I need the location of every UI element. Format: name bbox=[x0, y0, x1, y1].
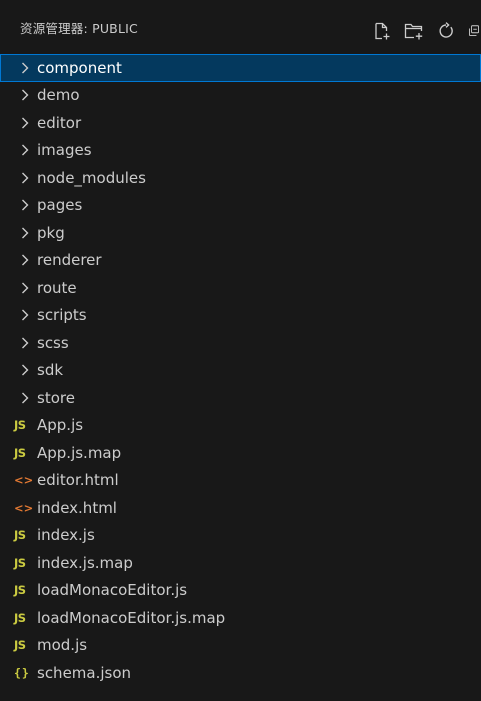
file-label: editor.html bbox=[37, 471, 119, 490]
file-item-loadmonacoeditor-js-map[interactable]: JS loadMonacoEditor.js.map bbox=[0, 604, 481, 632]
chevron-right-icon[interactable] bbox=[18, 143, 32, 157]
js-file-icon: JS bbox=[14, 528, 26, 543]
folder-label: sdk bbox=[37, 361, 64, 380]
folder-item-pkg[interactable]: pkg bbox=[0, 219, 481, 247]
chevron-right-icon[interactable] bbox=[18, 308, 32, 322]
folder-label: renderer bbox=[37, 251, 102, 270]
file-item-mod-js[interactable]: JS mod.js bbox=[0, 632, 481, 660]
folder-label: store bbox=[37, 388, 75, 407]
file-item-schema-json[interactable]: {} schema.json bbox=[0, 659, 481, 687]
file-label: index.js.map bbox=[37, 553, 133, 572]
collapse-all-button[interactable] bbox=[467, 20, 481, 42]
file-label: App.js.map bbox=[37, 443, 122, 462]
chevron-right-icon[interactable] bbox=[18, 88, 32, 102]
refresh-button[interactable] bbox=[435, 20, 457, 42]
folder-item-images[interactable]: images bbox=[0, 137, 481, 165]
chevron-right-icon bbox=[22, 89, 29, 101]
explorer-actions bbox=[371, 20, 481, 42]
file-item-index-js[interactable]: JS index.js bbox=[0, 522, 481, 550]
chevron-right-icon bbox=[22, 309, 29, 321]
chevron-right-icon[interactable] bbox=[18, 198, 32, 212]
chevron-right-icon bbox=[22, 199, 29, 211]
html-file-icon: <> bbox=[14, 500, 34, 515]
json-file-icon: {} bbox=[14, 665, 30, 680]
html-file-icon: <> bbox=[14, 473, 34, 488]
folder-item-editor[interactable]: editor bbox=[0, 109, 481, 137]
js-file-icon: JS bbox=[14, 610, 26, 625]
folder-label: component bbox=[37, 58, 122, 77]
file-item-app-js-map[interactable]: JS App.js.map bbox=[0, 439, 481, 467]
chevron-right-icon bbox=[22, 337, 29, 349]
folder-item-sdk[interactable]: sdk bbox=[0, 357, 481, 385]
collapse-all-icon bbox=[468, 25, 480, 37]
file-label: loadMonacoEditor.js.map bbox=[37, 608, 226, 627]
refresh-icon bbox=[439, 22, 453, 38]
file-tree: component demo editor images node_modulespag… bbox=[0, 54, 481, 687]
folder-label: images bbox=[37, 141, 92, 160]
file-label: App.js bbox=[37, 416, 84, 435]
js-file-icon: JS bbox=[14, 445, 26, 460]
new-file-icon bbox=[375, 22, 390, 40]
folder-label: editor bbox=[37, 113, 82, 132]
chevron-right-icon bbox=[22, 254, 29, 266]
folder-label: route bbox=[37, 278, 77, 297]
folder-item-scripts[interactable]: scripts bbox=[0, 302, 481, 330]
explorer-header: 资源管理器: PUBLIC bbox=[0, 0, 481, 54]
js-file-icon: JS bbox=[14, 418, 26, 433]
chevron-right-icon bbox=[22, 282, 29, 294]
chevron-right-icon bbox=[22, 62, 29, 74]
folder-label: node_modules bbox=[37, 168, 146, 187]
js-file-icon: JS bbox=[14, 555, 26, 570]
explorer-title: 资源管理器: PUBLIC bbox=[20, 20, 138, 36]
chevron-right-icon[interactable] bbox=[18, 171, 32, 185]
new-folder-button[interactable] bbox=[403, 20, 425, 42]
file-label: schema.json bbox=[37, 663, 132, 682]
js-file-icon: JS bbox=[14, 583, 26, 598]
folder-label: scss bbox=[37, 333, 69, 352]
chevron-right-icon bbox=[22, 172, 29, 184]
file-item-editor-html[interactable]: <> editor.html bbox=[0, 467, 481, 495]
folder-label: pkg bbox=[37, 223, 65, 242]
file-label: index.html bbox=[37, 498, 117, 517]
chevron-right-icon bbox=[22, 392, 29, 404]
folder-item-scss[interactable]: scss bbox=[0, 329, 481, 357]
chevron-right-icon[interactable] bbox=[18, 61, 32, 75]
chevron-right-icon[interactable] bbox=[18, 116, 32, 130]
file-item-app-js[interactable]: JS App.js bbox=[0, 412, 481, 440]
folder-item-route[interactable]: route bbox=[0, 274, 481, 302]
new-folder-icon bbox=[404, 23, 423, 40]
chevron-right-icon[interactable] bbox=[18, 226, 32, 240]
chevron-right-icon bbox=[22, 227, 29, 239]
chevron-right-icon[interactable] bbox=[18, 336, 32, 350]
folder-item-node-modules[interactable]: node_modules bbox=[0, 164, 481, 192]
chevron-right-icon[interactable] bbox=[18, 281, 32, 295]
folder-label: demo bbox=[37, 86, 80, 105]
folder-item-component[interactable]: component bbox=[0, 54, 481, 82]
chevron-right-icon[interactable] bbox=[18, 363, 32, 377]
file-item-index-html[interactable]: <> index.html bbox=[0, 494, 481, 522]
chevron-right-icon bbox=[22, 364, 29, 376]
file-label: mod.js bbox=[37, 636, 88, 655]
chevron-right-icon[interactable] bbox=[18, 253, 32, 267]
folder-label: pages bbox=[37, 196, 83, 215]
file-item-index-js-map[interactable]: JS index.js.map bbox=[0, 549, 481, 577]
file-label: loadMonacoEditor.js bbox=[37, 581, 188, 600]
chevron-right-icon bbox=[22, 144, 29, 156]
new-file-button[interactable] bbox=[371, 20, 393, 42]
folder-item-pages[interactable]: pages bbox=[0, 192, 481, 220]
folder-item-demo[interactable]: demo bbox=[0, 82, 481, 110]
js-file-icon: JS bbox=[14, 638, 26, 653]
folder-item-store[interactable]: store bbox=[0, 384, 481, 412]
file-label: index.js bbox=[37, 526, 95, 545]
folder-item-renderer[interactable]: renderer bbox=[0, 247, 481, 275]
chevron-right-icon bbox=[22, 117, 29, 129]
explorer-panel: 资源管理器: PUBLIC component demo editor imag… bbox=[0, 0, 481, 701]
file-item-loadmonacoeditor-js[interactable]: JS loadMonacoEditor.js bbox=[0, 577, 481, 605]
chevron-right-icon[interactable] bbox=[18, 391, 32, 405]
folder-label: scripts bbox=[37, 306, 87, 325]
